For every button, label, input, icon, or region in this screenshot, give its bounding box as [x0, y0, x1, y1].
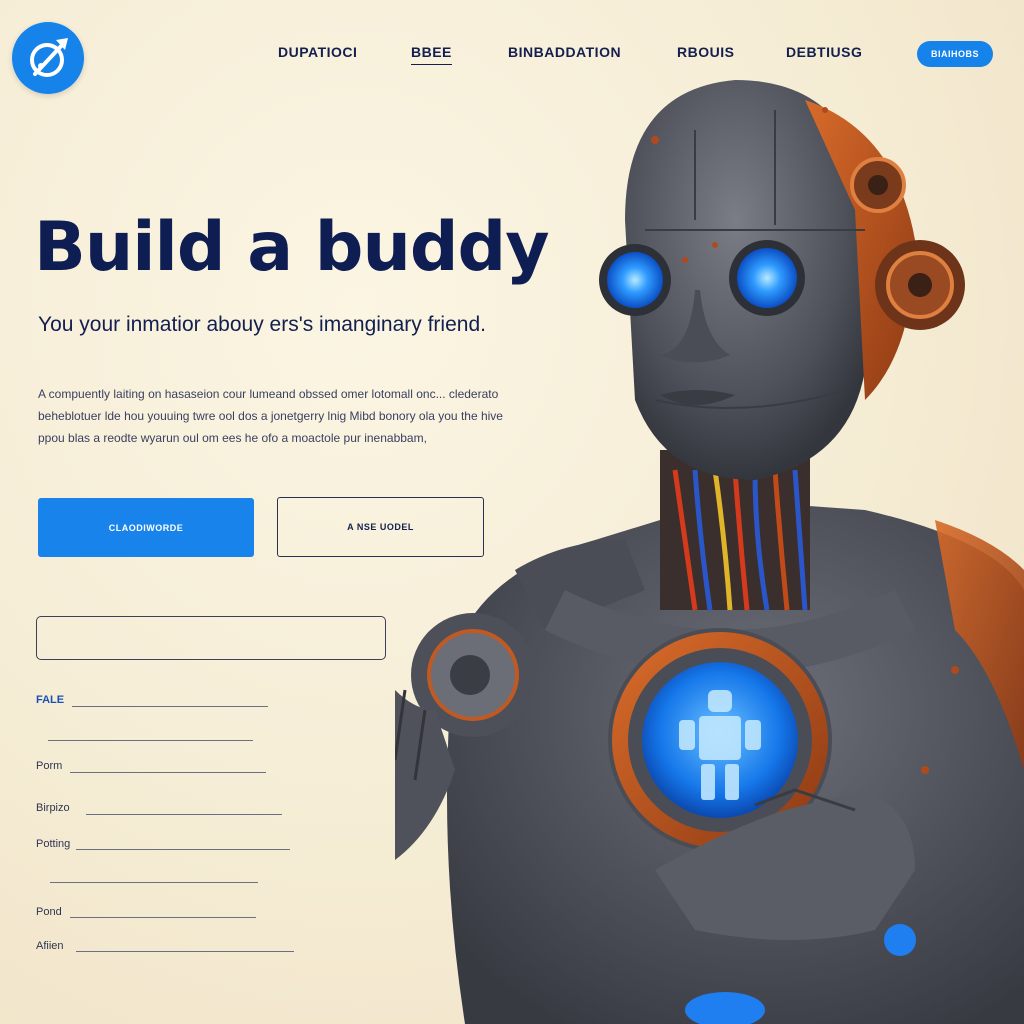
- nav-cta-button[interactable]: BIAIHOBS: [917, 41, 993, 67]
- form-field-label: Potting: [36, 838, 71, 850]
- nav-item-dupatioci[interactable]: DUPATIOCI: [278, 44, 357, 60]
- nav-item-binbaddation[interactable]: BINBADDATION: [508, 44, 621, 60]
- form-field-line: [48, 740, 253, 741]
- name-input[interactable]: [36, 616, 386, 660]
- form-field-line: [50, 882, 258, 883]
- form-field-label: Porm: [36, 760, 63, 772]
- form-field-label: FALE: [36, 694, 65, 706]
- form-field-line: [72, 706, 268, 707]
- form-field-line: [76, 849, 290, 850]
- form-field-line: [86, 814, 282, 815]
- form-field-line: [76, 951, 294, 952]
- hero-description: A compuently laiting on hasaseion cour l…: [38, 387, 503, 445]
- hero-title: Build a buddy: [34, 208, 550, 287]
- primary-cta-button[interactable]: CLAODIWORDE: [38, 498, 254, 557]
- form-field-label: Birpizo: [36, 802, 70, 814]
- hero-subtitle: You your inmatior abouy ers's imanginary…: [38, 313, 486, 336]
- secondary-cta-button[interactable]: A NSE UODEL: [277, 497, 484, 557]
- form-field-line: [70, 917, 256, 918]
- form-field-label: Pond: [36, 906, 62, 918]
- nav-item-bbee[interactable]: BBEE: [411, 44, 452, 65]
- form-field-label: Afiien: [36, 940, 64, 952]
- nav-item-debtiusg[interactable]: DEBTIUSG: [786, 44, 862, 60]
- top-nav: DUPATIOCI BBEE BINBADDATION RBOUIS DEBTI…: [0, 44, 1024, 68]
- nav-item-rbouis[interactable]: RBOUIS: [677, 44, 734, 60]
- form-field-line: [70, 772, 266, 773]
